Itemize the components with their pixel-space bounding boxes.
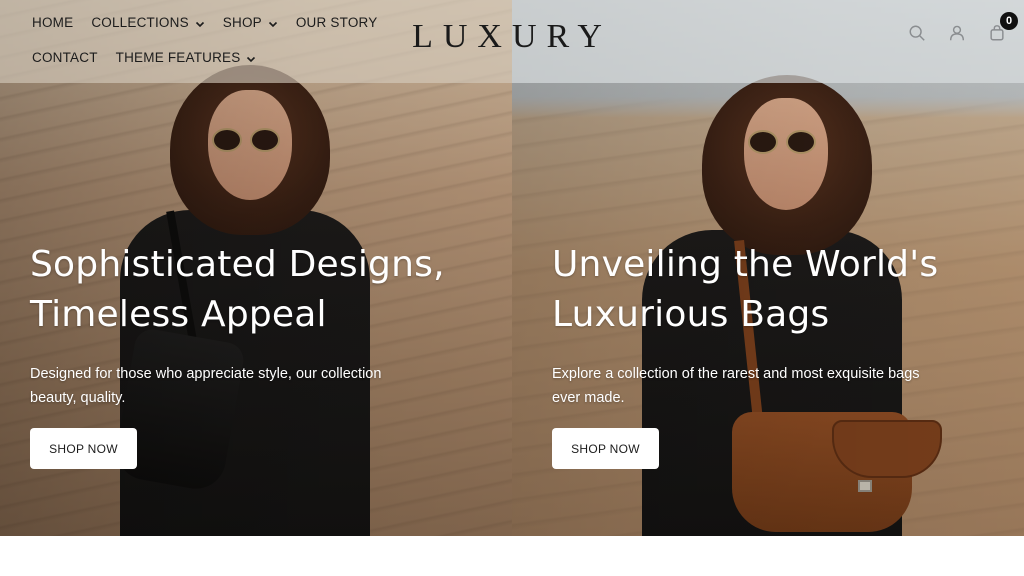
nav-home-label: HOME: [32, 14, 74, 30]
site-header: HOME COLLECTIONS SHOP OUR STORY CONTACT …: [0, 0, 1024, 83]
nav-contact-label: CONTACT: [32, 49, 98, 65]
bag-icon[interactable]: 0: [986, 12, 1018, 44]
hero-copy-right: Unveiling the World's Luxurious Bags Exp…: [552, 240, 972, 469]
chevron-down-icon: [246, 52, 256, 63]
chevron-down-icon: [195, 17, 205, 28]
shop-now-button-left[interactable]: SHOP NOW: [30, 428, 137, 469]
header-icons: 0: [906, 12, 1018, 44]
hero-title-line-2: Luxurious Bags: [552, 294, 830, 335]
hero-description-left: Designed for those who appreciate style,…: [30, 366, 382, 406]
user-icon[interactable]: [946, 22, 968, 44]
hero-title-line-2: Timeless Appeal: [30, 294, 327, 335]
cart-count-badge: 0: [1000, 12, 1018, 30]
nav-collections[interactable]: COLLECTIONS: [91, 15, 204, 30]
main-nav: HOME COLLECTIONS SHOP OUR STORY CONTACT …: [32, 8, 392, 78]
nav-theme-features[interactable]: THEME FEATURES: [116, 50, 257, 65]
nav-our-story-label: OUR STORY: [295, 14, 378, 30]
brand-logo[interactable]: LUXURY: [412, 18, 612, 56]
hero-title-line-1: Sophisticated Designs,: [30, 244, 445, 285]
nav-theme-features-label: THEME FEATURES: [115, 49, 241, 65]
nav-our-story[interactable]: OUR STORY: [296, 15, 378, 30]
hero-copy-left: Sophisticated Designs, Timeless Appeal D…: [30, 240, 450, 469]
nav-row-1: HOME COLLECTIONS SHOP OUR STORY: [32, 8, 392, 36]
chevron-down-icon: [268, 17, 278, 28]
nav-contact[interactable]: CONTACT: [32, 50, 98, 65]
nav-home[interactable]: HOME: [32, 15, 73, 30]
hero-title-right: Unveiling the World's Luxurious Bags: [552, 240, 972, 340]
nav-collections-label: COLLECTIONS: [91, 14, 189, 30]
hero-title-left: Sophisticated Designs, Timeless Appeal: [30, 240, 450, 340]
search-icon[interactable]: [906, 22, 928, 44]
page-below-hero: [0, 536, 1024, 576]
shop-now-button-right[interactable]: SHOP NOW: [552, 428, 659, 469]
nav-shop-label: SHOP: [222, 14, 262, 30]
hero-title-line-1: Unveiling the World's: [552, 244, 939, 285]
hero-description-right: Explore a collection of the rarest and m…: [552, 366, 920, 406]
nav-shop[interactable]: SHOP: [223, 15, 278, 30]
nav-row-2: CONTACT THEME FEATURES: [32, 43, 392, 71]
